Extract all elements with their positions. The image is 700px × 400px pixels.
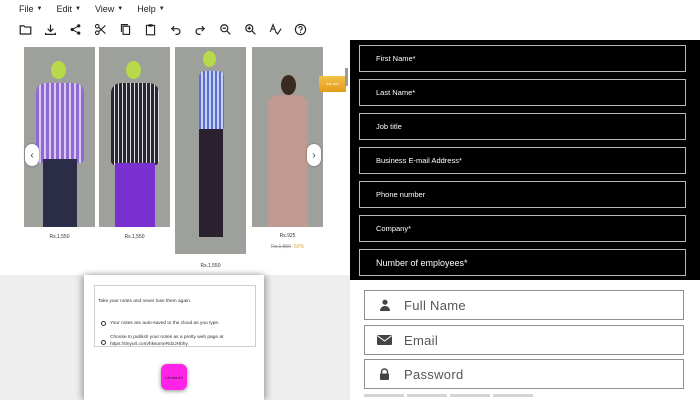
notes-card: Take your notes and never lose them agai… (84, 275, 264, 400)
old-price: Rs.1,850 (270, 244, 291, 250)
user-icon (365, 299, 404, 311)
copy-icon (120, 23, 130, 35)
phone-number-field[interactable]: Phone number (359, 181, 686, 208)
discount-badge: -50% (292, 244, 305, 250)
first-name-field[interactable]: First Name* (359, 45, 686, 72)
undo-button[interactable] (167, 21, 183, 37)
menu-edit[interactable]: Edit ▼ (56, 4, 80, 14)
share-button[interactable] (67, 21, 83, 37)
signup-form: Full Name Email Password (350, 280, 700, 400)
shirt (268, 95, 308, 227)
notes-panel: Take your notes and never lose them agai… (0, 275, 350, 400)
sale-tag[interactable]: Sale 50% (319, 76, 346, 92)
scrollbar-thumb[interactable] (345, 68, 348, 86)
spellcheck-icon (269, 22, 282, 35)
carousel-next-button[interactable]: › (307, 144, 321, 166)
button-edge (407, 394, 447, 397)
contact-form: First Name* Last Name* Job title Busines… (350, 40, 700, 280)
menu-file-label: File (19, 3, 34, 14)
menu-bar: File ▼ Edit ▼ View ▼ Help ▼ (0, 0, 700, 17)
product-card[interactable]: Rs.1,550 (99, 47, 170, 240)
email-field[interactable]: Email (364, 325, 684, 355)
product-price: Rs.1,550 (200, 263, 221, 269)
zoom-in-button[interactable] (242, 21, 258, 37)
zoom-out-button[interactable] (217, 21, 233, 37)
download-icon (44, 24, 56, 35)
product-card[interactable]: Rs.1,550 (175, 47, 246, 269)
password-placeholder: Password (404, 366, 464, 382)
notes-box: Take your notes and never lose them agai… (94, 285, 256, 347)
menu-file[interactable]: File ▼ (19, 4, 42, 14)
lock-icon (365, 368, 404, 380)
menu-view-label: View (94, 3, 115, 14)
company-field[interactable]: Company* (359, 215, 686, 242)
business-email-field[interactable]: Business E-mail Address* (359, 147, 686, 174)
product-price-old: Rs.1,850 -50% (252, 244, 323, 250)
cut-icon (94, 23, 106, 35)
shirt (111, 83, 159, 165)
shirt (36, 83, 84, 163)
button-edge (450, 394, 490, 397)
product-card[interactable]: Rs.1,550 (24, 47, 95, 240)
notes-line-publish: Choose to publish your notes as a pretty… (110, 335, 224, 340)
let-me-in-button[interactable]: Let me in! (161, 364, 187, 390)
caret-down-icon: ▼ (36, 5, 43, 12)
product-image (252, 47, 323, 227)
product-price: Rs.1,550 (49, 234, 70, 240)
notes-line-url: https://tinyurl.com/hksomeRdzJHbhy. (110, 342, 189, 347)
spellcheck-button[interactable] (267, 21, 283, 37)
chevron-right-icon: › (312, 149, 316, 161)
caret-down-icon: ▼ (74, 5, 81, 12)
product-image (175, 47, 246, 254)
help-button[interactable] (292, 21, 308, 37)
folder-open-icon (19, 24, 31, 35)
button-edge (364, 394, 404, 397)
carousel-prev-button[interactable]: ‹ (25, 144, 39, 166)
notes-line-autosave: Your notes are auto-saved to the cloud a… (110, 321, 220, 326)
product-price: Rs.925 (279, 233, 296, 239)
menu-edit-label: Edit (56, 3, 72, 14)
caret-down-icon: ▼ (117, 5, 124, 12)
full-name-placeholder: Full Name (404, 297, 466, 313)
copy-button[interactable] (117, 21, 133, 37)
menu-view[interactable]: View ▼ (95, 4, 123, 14)
help-icon (294, 23, 306, 35)
redo-button[interactable] (192, 21, 208, 37)
button-edge (493, 394, 533, 397)
job-title-field[interactable]: Job title (359, 113, 686, 140)
paste-button[interactable] (142, 21, 158, 37)
last-name-field[interactable]: Last Name* (359, 79, 686, 106)
menu-help[interactable]: Help ▼ (137, 4, 164, 14)
toolbar (0, 18, 700, 40)
chevron-left-icon: ‹ (30, 149, 34, 161)
cut-button[interactable] (92, 21, 108, 37)
caret-down-icon: ▼ (158, 5, 165, 12)
zoom-out-icon (219, 23, 231, 35)
download-button[interactable] (42, 21, 58, 37)
password-field[interactable]: Password (364, 359, 684, 389)
paste-icon (145, 23, 155, 35)
cloud-bullet-icon (101, 321, 106, 326)
open-button[interactable] (17, 21, 33, 37)
product-carousel: Rs.1,550 Rs.1,550 Rs.1,550 Rs.925 Rs.1,8… (0, 40, 350, 275)
employees-field[interactable]: Number of employees* (359, 249, 686, 276)
product-image (99, 47, 170, 227)
share-icon (70, 23, 80, 35)
full-name-field[interactable]: Full Name (364, 290, 684, 320)
notes-intro: Take your notes and never lose them agai… (98, 299, 192, 304)
zoom-in-icon (244, 23, 256, 35)
menu-help-label: Help (137, 3, 156, 14)
shirt (199, 71, 224, 129)
product-image (24, 47, 95, 227)
undo-icon (170, 25, 181, 35)
screen: File ▼ Edit ▼ View ▼ Help ▼ Rs.1,550 Rs.… (0, 0, 700, 400)
envelope-icon (365, 335, 404, 345)
email-placeholder: Email (404, 332, 439, 348)
redo-icon (194, 25, 205, 35)
publish-bullet-icon (101, 340, 106, 345)
product-price: Rs.1,550 (124, 234, 145, 240)
